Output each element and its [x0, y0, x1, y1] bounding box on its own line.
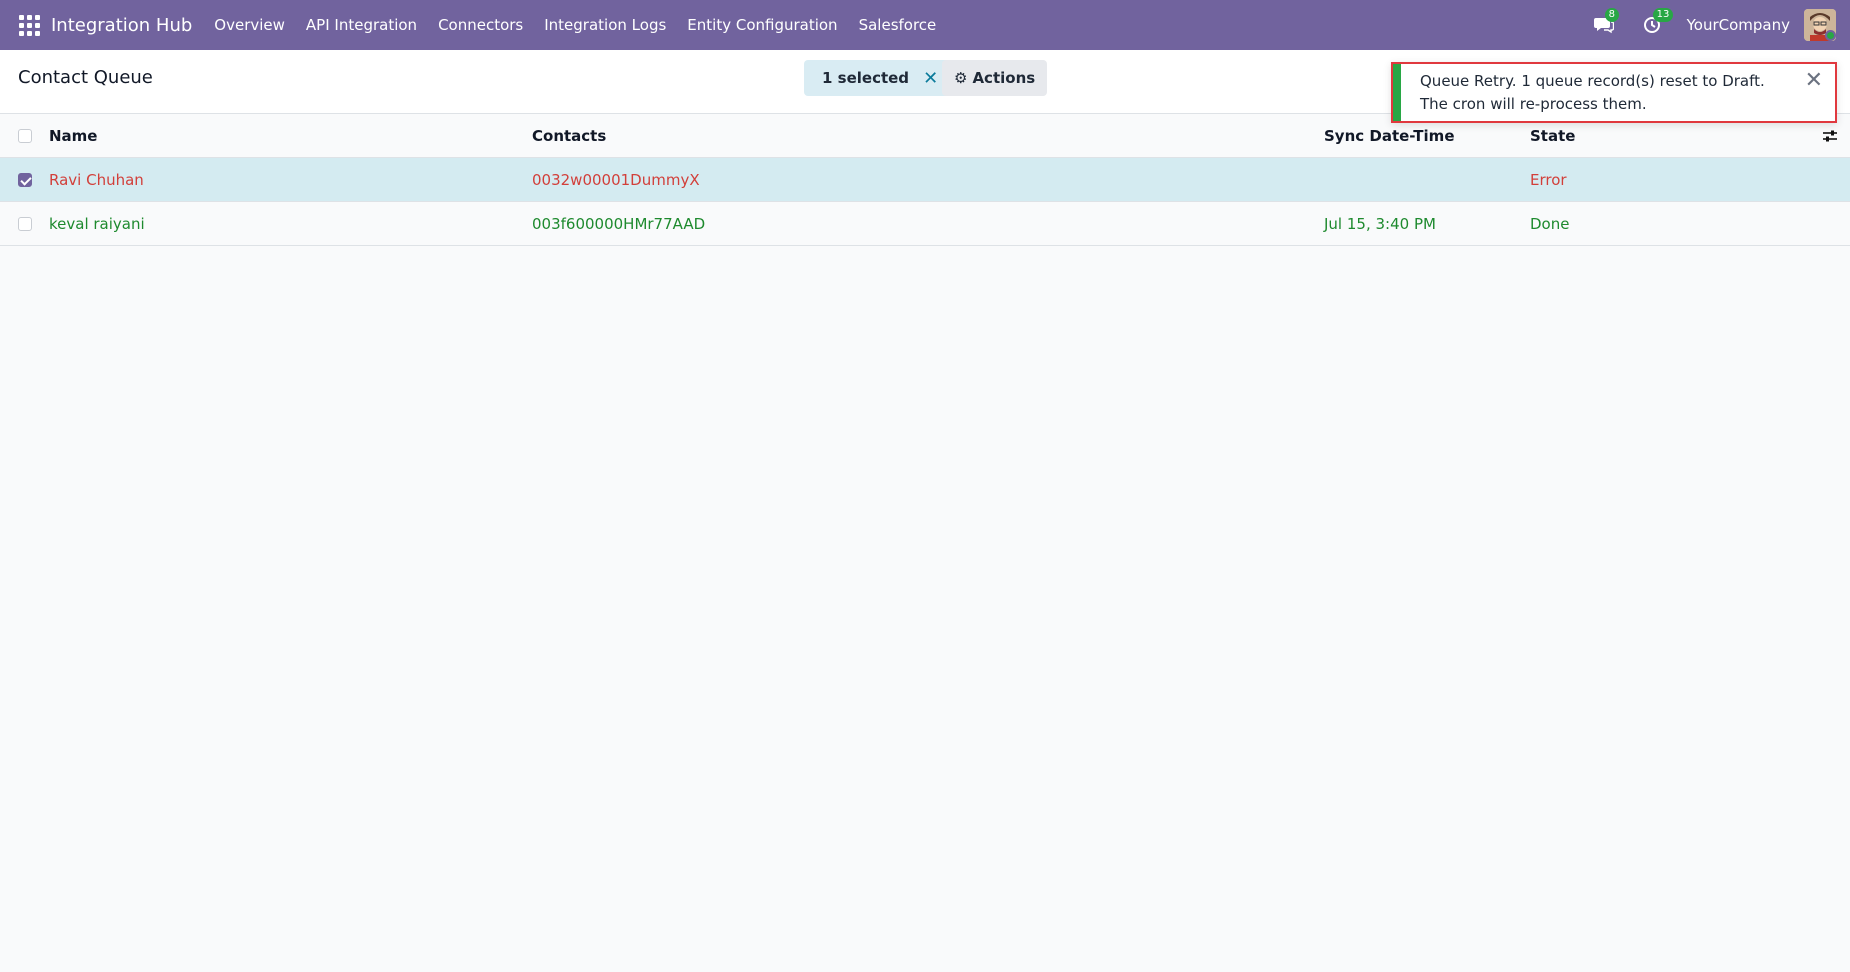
- row-contact[interactable]: 0032w00001DummyX: [532, 158, 700, 202]
- online-status-dot: [1825, 30, 1836, 41]
- selected-count-label: 1 selected: [822, 69, 910, 87]
- page-title[interactable]: Contact Queue: [18, 67, 153, 88]
- user-avatar[interactable]: [1804, 9, 1836, 41]
- table-row[interactable]: keval raiyani 003f600000HMr77AAD Jul 15,…: [0, 202, 1850, 246]
- unselect-all-icon[interactable]: ✕: [923, 68, 938, 89]
- actions-button[interactable]: ⚙ Actions: [942, 60, 1048, 96]
- menu-overview[interactable]: Overview: [214, 16, 285, 34]
- app-brand[interactable]: Integration Hub: [51, 15, 192, 36]
- row-state[interactable]: Done: [1530, 202, 1569, 246]
- actions-label: Actions: [972, 69, 1036, 87]
- row-checkbox[interactable]: [18, 173, 32, 187]
- menu-salesforce[interactable]: Salesforce: [859, 16, 937, 34]
- row-contact[interactable]: 003f600000HMr77AAD: [532, 202, 705, 246]
- contact-queue-list: Name Contacts Sync Date-Time State Ravi …: [0, 114, 1850, 246]
- selection-indicator: 1 selected ✕: [804, 60, 951, 96]
- notification-message: Queue Retry. 1 queue record(s) reset to …: [1420, 72, 1765, 113]
- top-navbar: Integration Hub Overview API Integration…: [0, 0, 1850, 50]
- success-notification: Queue Retry. 1 queue record(s) reset to …: [1391, 62, 1837, 123]
- messages-count-badge: 8: [1604, 8, 1619, 22]
- sliders-icon: [1823, 130, 1837, 142]
- menu-integration-logs[interactable]: Integration Logs: [544, 16, 666, 34]
- navbar-systray: 8 13 YourCompany: [1591, 0, 1850, 50]
- menu-entity-configuration[interactable]: Entity Configuration: [687, 16, 837, 34]
- row-state[interactable]: Error: [1530, 158, 1567, 202]
- messages-button[interactable]: 8: [1591, 8, 1619, 38]
- row-name[interactable]: keval raiyani: [49, 202, 145, 246]
- notification-accent-bar: [1393, 64, 1401, 121]
- column-header-contacts[interactable]: Contacts: [532, 114, 606, 158]
- menu-connectors[interactable]: Connectors: [438, 16, 523, 34]
- select-all-checkbox[interactable]: [18, 129, 32, 143]
- row-name[interactable]: Ravi Chuhan: [49, 158, 144, 202]
- activities-button[interactable]: 13: [1639, 8, 1674, 38]
- table-row[interactable]: Ravi Chuhan 0032w00001DummyX Error: [0, 158, 1850, 202]
- apps-grid-icon[interactable]: [17, 13, 41, 37]
- close-icon[interactable]: ✕: [1805, 68, 1823, 93]
- row-sync-datetime[interactable]: Jul 15, 3:40 PM: [1324, 202, 1436, 246]
- column-header-name[interactable]: Name: [49, 114, 97, 158]
- company-switcher[interactable]: YourCompany: [1687, 16, 1790, 34]
- row-checkbox[interactable]: [18, 217, 32, 231]
- menu-api-integration[interactable]: API Integration: [306, 16, 417, 34]
- activities-count-badge: 13: [1652, 8, 1674, 22]
- gear-icon: ⚙: [954, 69, 968, 87]
